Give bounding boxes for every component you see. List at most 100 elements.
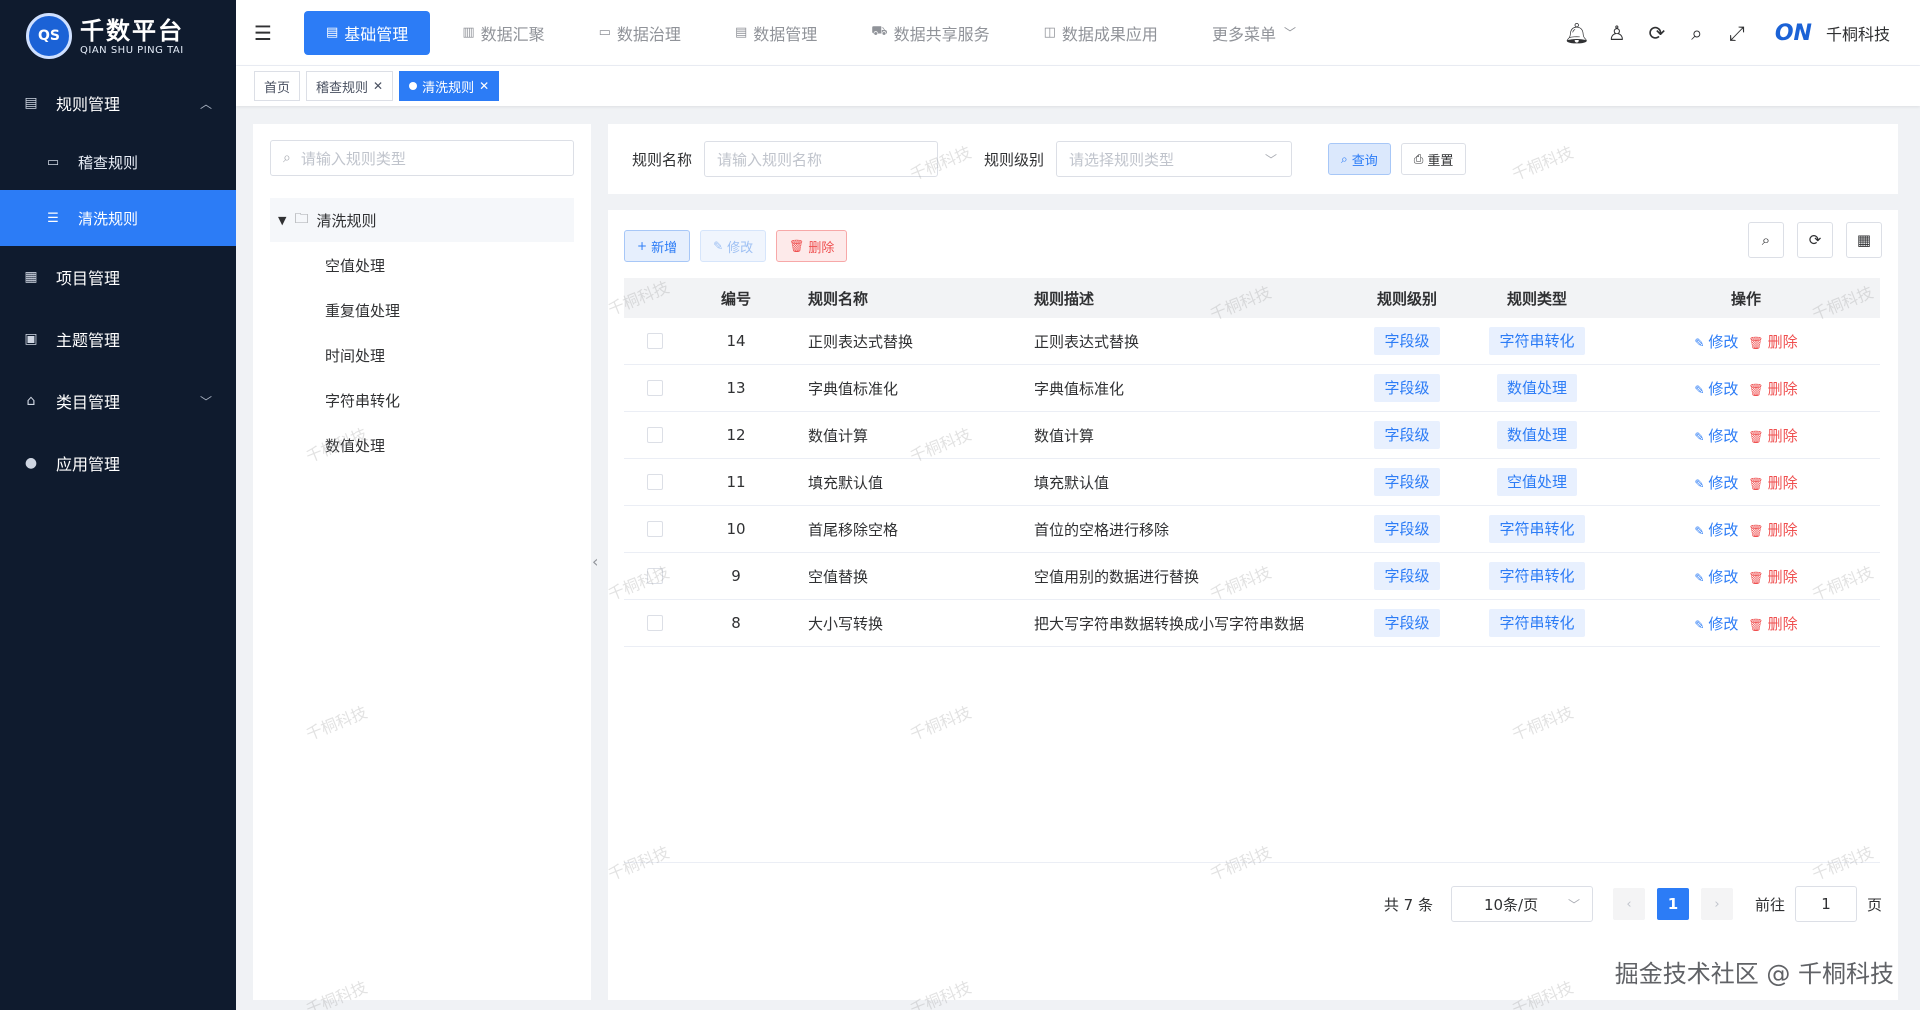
columns-icon[interactable]: ▦ xyxy=(1846,222,1882,258)
topnav-data-management[interactable]: ▤ 数据管理 xyxy=(713,11,839,55)
collapse-panel-icon[interactable]: ‹ xyxy=(592,552,598,571)
row-delete-link[interactable]: 🗑︎ 删除 xyxy=(1748,425,1797,446)
trash-icon: 🗑︎ xyxy=(1748,523,1764,538)
menu-fold-icon[interactable]: ☰ xyxy=(254,21,276,45)
sidebar-item-cleaning-rules[interactable]: ☰ 清洗规则 xyxy=(0,190,236,246)
cell-rule-desc: 数值计算 xyxy=(1034,426,1095,445)
topnav-data-results[interactable]: ◫ 数据成果应用 xyxy=(1022,11,1180,55)
sidebar-item-project-management[interactable]: ▦ 项目管理 xyxy=(0,246,236,308)
row-edit-link[interactable]: ✎ 修改 xyxy=(1694,331,1738,352)
search-icon[interactable]: ⌕ xyxy=(1677,21,1717,45)
row-delete-link[interactable]: 🗑︎ 删除 xyxy=(1748,331,1797,352)
prev-page-button[interactable]: ‹ xyxy=(1612,888,1645,920)
rule-name-input[interactable]: 请输入规则名称 xyxy=(704,141,939,177)
row-delete-link[interactable]: 🗑︎ 删除 xyxy=(1748,566,1797,587)
goto-page-input[interactable]: 1 xyxy=(1794,886,1857,922)
tree-node[interactable]: 字符串转化 xyxy=(325,378,400,422)
topnav-data-sharing[interactable]: ⛟ 数据共享服务 xyxy=(849,11,1011,55)
caret-down-icon[interactable]: ▼ xyxy=(278,214,286,227)
trash-icon: 🗑︎ xyxy=(1748,570,1764,585)
app-title: 千数平台 xyxy=(80,16,184,45)
tree-node-root[interactable]: ▼ 🗀︎ 清洗规则 xyxy=(270,198,574,242)
level-tag: 字段级 xyxy=(1374,421,1440,449)
row-edit-link[interactable]: ✎ 修改 xyxy=(1694,519,1738,540)
row-edit-link[interactable]: ✎ 修改 xyxy=(1694,613,1738,634)
row-checkbox[interactable] xyxy=(647,568,663,584)
close-icon[interactable]: ✕ xyxy=(373,79,383,93)
sidebar-item-label: 清洗规则 xyxy=(78,209,139,228)
row-checkbox[interactable] xyxy=(647,380,663,396)
row-checkbox[interactable] xyxy=(647,333,663,349)
row-edit-link[interactable]: ✎ 修改 xyxy=(1694,378,1738,399)
page-unit-label: 页 xyxy=(1866,895,1882,914)
tab-home[interactable]: 首页 xyxy=(254,71,301,101)
add-button-label: 新增 xyxy=(651,240,678,256)
search-toggle-icon[interactable]: ⌕ xyxy=(1748,222,1784,258)
level-tag: 字段级 xyxy=(1374,562,1440,590)
next-page-button[interactable]: › xyxy=(1700,888,1733,920)
column-header: 规则类型 xyxy=(1506,289,1567,308)
tree-node[interactable]: 空值处理 xyxy=(325,243,385,287)
tree-search-placeholder: 请输入规则类型 xyxy=(300,149,406,168)
pagination: 共 7 条 10条/页 ﹀ ‹ 1 › 前往 1 页 xyxy=(1384,886,1882,922)
row-checkbox[interactable] xyxy=(647,615,663,631)
sidebar-item-category-management[interactable]: ⌂ 类目管理 ﹀ xyxy=(0,370,236,432)
delete-button[interactable]: 🗑︎ 删除 xyxy=(776,230,848,262)
query-button[interactable]: ⌕ 查询 xyxy=(1328,143,1391,175)
close-icon[interactable]: ✕ xyxy=(479,79,489,93)
row-delete-link[interactable]: 🗑︎ 删除 xyxy=(1748,519,1797,540)
level-tag: 字段级 xyxy=(1374,468,1440,496)
cell-rule-level: 字段级 xyxy=(1352,327,1462,355)
bell-icon[interactable]: 🔔︎ xyxy=(1557,21,1597,45)
cell-rule-type: 数值处理 xyxy=(1462,421,1612,449)
row-delete-link[interactable]: 🗑︎ 删除 xyxy=(1748,613,1797,634)
tab-audit-rules[interactable]: 稽查规则 ✕ xyxy=(306,71,394,101)
topnav-more-menu[interactable]: 更多菜单 ﹀ xyxy=(1190,11,1318,55)
edit-button[interactable]: ✎ 修改 xyxy=(700,230,767,262)
cell-id: 12 xyxy=(726,426,746,444)
list-icon: ☰ xyxy=(47,210,59,226)
cell-rule-level: 字段级 xyxy=(1352,609,1462,637)
add-button[interactable]: + 新增 xyxy=(624,230,691,262)
reset-button[interactable]: ⎙ 重置 xyxy=(1400,143,1467,175)
sidebar-item-audit-rules[interactable]: ▭ 稽查规则 xyxy=(0,134,236,190)
row-edit-link[interactable]: ✎ 修改 xyxy=(1694,566,1738,587)
row-delete-link[interactable]: 🗑︎ 删除 xyxy=(1748,472,1797,493)
rule-level-select[interactable]: 请选择规则类型 ﹀ xyxy=(1056,141,1293,177)
row-delete-label: 删除 xyxy=(1767,614,1798,633)
chevron-down-icon: ﹀ xyxy=(199,394,212,409)
refresh-icon[interactable]: ⟳ xyxy=(1637,21,1677,45)
topnav-basic-management[interactable]: ▤ 基础管理 xyxy=(304,10,431,55)
cell-rule-name: 字典值标准化 xyxy=(808,379,899,398)
tree-node[interactable]: 数值处理 xyxy=(325,423,385,467)
row-edit-link[interactable]: ✎ 修改 xyxy=(1694,425,1738,446)
tree-node[interactable]: 时间处理 xyxy=(325,333,385,377)
row-checkbox[interactable] xyxy=(647,474,663,490)
row-delete-link[interactable]: 🗑︎ 删除 xyxy=(1748,378,1797,399)
edit-icon: ✎ xyxy=(1694,617,1705,632)
fullscreen-icon[interactable]: ⤢ xyxy=(1717,21,1757,45)
topnav-data-governance[interactable]: ▭ 数据治理 xyxy=(577,11,703,55)
sidebar-item-rule-management[interactable]: ▤ 规则管理 ︿ xyxy=(0,72,236,134)
tree-search-input[interactable]: ⌕ 请输入规则类型 xyxy=(270,140,574,176)
page-size-select[interactable]: 10条/页 ﹀ xyxy=(1450,886,1593,922)
tree-node[interactable]: 重复值处理 xyxy=(325,288,400,332)
logo[interactable]: QS 千数平台 QIAN SHU PING TAI xyxy=(0,0,236,72)
edit-icon: ✎ xyxy=(1694,335,1705,350)
row-edit-link[interactable]: ✎ 修改 xyxy=(1694,472,1738,493)
brand-name[interactable]: 千桐科技 xyxy=(1826,21,1890,45)
sidebar-item-topic-management[interactable]: ▣ 主题管理 xyxy=(0,308,236,370)
page-number-current[interactable]: 1 xyxy=(1656,888,1689,920)
topnav-data-aggregation[interactable]: ▥ 数据汇聚 xyxy=(440,11,566,55)
row-checkbox[interactable] xyxy=(647,427,663,443)
level-tag: 字段级 xyxy=(1374,609,1440,637)
tab-label: 稽查规则 xyxy=(316,80,369,96)
sidebar-item-app-management[interactable]: ● 应用管理 xyxy=(0,432,236,494)
edit-icon: ✎ xyxy=(1694,523,1705,538)
refresh-icon[interactable]: ⟳ xyxy=(1797,222,1833,258)
row-checkbox[interactable] xyxy=(647,521,663,537)
user-icon[interactable]: ♙ xyxy=(1597,21,1637,45)
cell-actions: ✎ 修改 🗑︎ 删除 xyxy=(1612,425,1880,446)
tab-cleaning-rules[interactable]: 清洗规则 ✕ xyxy=(399,71,500,101)
document-icon: ▤ xyxy=(326,25,339,40)
